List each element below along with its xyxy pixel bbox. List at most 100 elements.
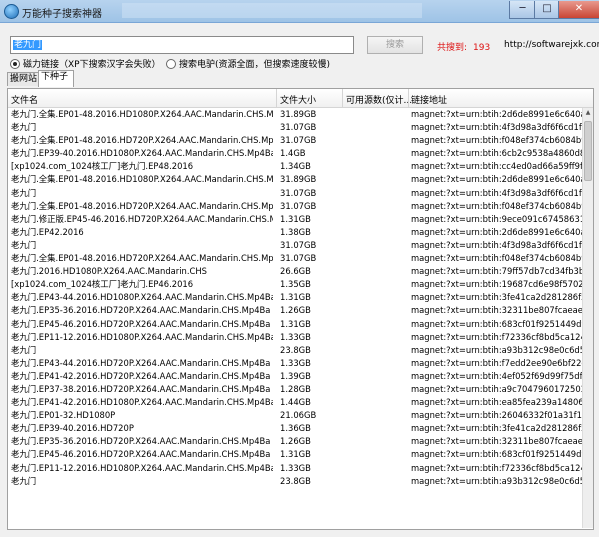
app-icon <box>4 4 19 19</box>
column-divider[interactable] <box>342 89 343 107</box>
scroll-thumb[interactable] <box>584 121 592 181</box>
cell-magnet-link: magnet:?xt=urn:btih:2d6de8991e6c640a016e… <box>411 109 587 119</box>
column-divider[interactable] <box>408 89 409 107</box>
table-row[interactable]: 老九门.EP37-38.2016.HD720P.X264.AAC.Mandari… <box>8 383 587 396</box>
table-row[interactable]: 老九门 31.07GB magnet:?xt=urn:btih:4f3d98a3df… <box>8 121 587 134</box>
col-header-sources[interactable]: 可用源数(仅计... <box>346 93 412 106</box>
cell-size: 1.39GB <box>280 370 311 381</box>
table-header: 文件名 文件大小 可用源数(仅计... 链接地址 <box>8 89 593 108</box>
cell-magnet-link: magnet:?xt=urn:btih:2d6de8991e6c640a016e… <box>411 226 587 237</box>
cell-magnet-link: magnet:?xt=urn:btih:a93b312c98e0c6d55cf8… <box>411 344 587 355</box>
cell-filename: 老九门.修正版.EP45-46.2016.HD720P.X264.AAC.Man… <box>11 213 273 224</box>
table-row[interactable]: 老九门.EP11-12.2016.HD1080P.X264.AAC.Mandar… <box>8 462 587 475</box>
table-row[interactable]: 老九门 31.07GB magnet:?xt=urn:btih:4f3d98a3df… <box>8 187 587 200</box>
cell-filename: 老九门.EP39-40.2016.HD1080P.X264.AAC.Mandar… <box>11 148 273 159</box>
col-header-link[interactable]: 链接地址 <box>411 93 447 106</box>
table-row[interactable]: 老九门.EP11-12.2016.HD1080P.X264.AAC.Mandar… <box>8 331 587 344</box>
cell-filename: 老九门.全集.EP01-48.2016.HD720P.X264.AAC.Mand… <box>11 200 273 211</box>
result-count-value: 193 <box>473 43 491 53</box>
cell-magnet-link: magnet:?xt=urn:btih:2d6de8991e6c640a016e… <box>411 174 587 185</box>
cell-magnet-link: magnet:?xt=urn:btih:26046332f01a31f19ee0… <box>411 410 587 421</box>
table-row[interactable]: 老九门.全集.EP01-48.2016.HD1080P.X264.AAC.Man… <box>8 173 587 186</box>
title-bar[interactable]: 万能种子搜索神器 ─ □ ✕ <box>0 0 599 23</box>
table-row[interactable]: 老九门 23.8GB magnet:?xt=urn:btih:a93b312c98e… <box>8 344 587 357</box>
cell-filename: 老九门.EP41-42.2016.HD720P.X264.AAC.Mandari… <box>11 370 271 381</box>
table-row[interactable]: 老九门.EP01-32.HD1080P 21.06GB magnet:?xt=urn… <box>8 409 587 422</box>
website-link[interactable]: http://softwarejxk.com <box>504 40 599 50</box>
table-row[interactable]: 老九门.EP35-36.2016.HD720P.X264.AAC.Mandari… <box>8 304 587 317</box>
cell-filename: 老九门.EP37-38.2016.HD720P.X264.AAC.Mandari… <box>11 383 271 394</box>
radio-magnet[interactable]: 磁力链接（XP下搜索汉字会失败） <box>10 57 161 70</box>
cell-size: 31.89GB <box>280 109 317 119</box>
table-row[interactable]: 老九门.全集.EP01-48.2016.HD720P.X264.AAC.Mand… <box>8 200 587 213</box>
cell-magnet-link: magnet:?xt=urn:btih:4ef052f69d99f75df344… <box>411 370 587 381</box>
vertical-scrollbar[interactable]: ▲ <box>582 108 593 528</box>
table-row[interactable]: 老九门.EP43-44.2016.HD1080P.X264.AAC.Mandar… <box>8 291 587 304</box>
table-row[interactable]: 老九门.修正版.EP45-46.2016.HD720P.X264.AAC.Man… <box>8 213 587 226</box>
cell-filename: 老九门.EP35-36.2016.HD720P.X264.AAC.Mandari… <box>11 436 271 447</box>
cell-size: 31.07GB <box>280 253 317 264</box>
cell-filename: 老九门.全集.EP01-48.2016.HD1080P.X264.AAC.Man… <box>11 109 273 119</box>
cell-size: 1.31GB <box>280 318 311 329</box>
cell-magnet-link: magnet:?xt=urn:btih:4f3d98a3df6f6cd1f41a… <box>411 187 587 198</box>
table-row[interactable]: 老九门.EP39-40.2016.HD720P 1.36GB magnet:?xt=… <box>8 422 587 435</box>
cell-size: 1.26GB <box>280 436 311 447</box>
cell-filename: 老九门.EP11-12.2016.HD1080P.X264.AAC.Mandar… <box>11 331 273 342</box>
tab-move-site[interactable]: 搬网站 <box>7 72 41 86</box>
table-row[interactable]: [xp1024.com_1024核工厂]老九门.EP48.2016 1.34GB m… <box>8 160 587 173</box>
results-table: 文件名 文件大小 可用源数(仅计... 链接地址 老九门.全集.EP01-48.… <box>7 88 594 530</box>
minimize-button[interactable]: ─ <box>509 1 536 19</box>
maximize-button[interactable]: □ <box>534 1 560 19</box>
cell-filename: 老九门 <box>11 475 37 486</box>
table-row[interactable]: 老九门.EP45-46.2016.HD720P.X264.AAC.Mandari… <box>8 318 587 331</box>
table-row[interactable]: 老九门.EP39-40.2016.HD1080P.X264.AAC.Mandar… <box>8 147 587 160</box>
cell-magnet-link: magnet:?xt=urn:btih:f72336cf8bd5ca1242a6… <box>411 462 587 473</box>
radio-donkey[interactable]: 搜索电驴(资源全面，但搜索速度较慢) <box>166 57 330 70</box>
result-count-label: 共搜到: <box>437 43 468 53</box>
cell-filename: 老九门.EP43-44.2016.HD720P.X264.AAC.Mandari… <box>11 357 271 368</box>
cell-filename: 老九门 <box>11 122 37 133</box>
table-row[interactable]: 老九门.全集.EP01-48.2016.HD1080P.X264.AAC.Man… <box>8 108 587 121</box>
column-divider[interactable] <box>276 89 277 107</box>
table-row[interactable]: 老九门.EP35-36.2016.HD720P.X264.AAC.Mandari… <box>8 435 587 448</box>
cell-size: 1.33GB <box>280 331 311 342</box>
search-button[interactable]: 搜索 <box>367 36 423 54</box>
cell-size: 1.38GB <box>280 226 311 237</box>
cell-magnet-link: magnet:?xt=urn:btih:f048ef374cb6084b99ab… <box>411 135 587 146</box>
table-row[interactable]: [xp1024.com_1024核工厂]老九门.EP46.2016 1.35GB m… <box>8 278 587 291</box>
cell-size: 1.31GB <box>280 449 311 460</box>
cell-magnet-link: magnet:?xt=urn:btih:a9c70479601725035a7a… <box>411 383 587 394</box>
cell-filename: 老九门 <box>11 239 37 250</box>
col-header-filename[interactable]: 文件名 <box>11 93 38 106</box>
cell-filename: 老九门 <box>11 344 37 355</box>
table-body: 老九门.全集.EP01-48.2016.HD1080P.X264.AAC.Man… <box>8 108 587 488</box>
cell-size: 31.07GB <box>280 135 317 146</box>
table-row[interactable]: 老九门.EP42.2016 1.38GB magnet:?xt=urn:btih:2… <box>8 226 587 239</box>
cell-magnet-link: magnet:?xt=urn:btih:3fe41ca2d281286f59ab… <box>411 292 587 303</box>
table-row[interactable]: 老九门.2016.HD1080P.X264.AAC.Mandarin.CHS 26… <box>8 265 587 278</box>
table-row[interactable]: 老九门.全集.EP01-48.2016.HD720P.X264.AAC.Mand… <box>8 134 587 147</box>
cell-magnet-link: magnet:?xt=urn:btih:f72336cf8bd5ca1242a6… <box>411 331 587 342</box>
radio-checked-icon <box>10 58 20 69</box>
cell-filename: 老九门.EP41-42.2016.HD1080P.X264.AAC.Mandar… <box>11 397 273 408</box>
table-row[interactable]: 老九门.EP45-46.2016.HD720P.X264.AAC.Mandari… <box>8 448 587 461</box>
cell-magnet-link: magnet:?xt=urn:btih:32311be807fcaeae801d… <box>411 305 587 316</box>
tab-download-torrent[interactable]: 下种子 <box>38 70 74 87</box>
cell-size: 31.07GB <box>280 122 317 133</box>
cell-magnet-link: magnet:?xt=urn:btih:79ff57db7cd34fb3b6e8… <box>411 266 587 277</box>
cell-magnet-link: magnet:?xt=urn:btih:3fe41ca2d281286f59ab… <box>411 423 587 434</box>
close-button[interactable]: ✕ <box>558 1 599 19</box>
table-row[interactable]: 老九门.EP41-42.2016.HD720P.X264.AAC.Mandari… <box>8 370 587 383</box>
search-input[interactable]: 老九门 <box>10 36 354 54</box>
table-row[interactable]: 老九门.全集.EP01-48.2016.HD720P.X264.AAC.Mand… <box>8 252 587 265</box>
cell-size: 1.35GB <box>280 279 311 290</box>
table-row[interactable]: 老九门.EP43-44.2016.HD720P.X264.AAC.Mandari… <box>8 357 587 370</box>
table-row[interactable]: 老九门 31.07GB magnet:?xt=urn:btih:4f3d98a3df… <box>8 239 587 252</box>
col-header-size[interactable]: 文件大小 <box>280 93 316 106</box>
cell-filename: 老九门.全集.EP01-48.2016.HD1080P.X264.AAC.Man… <box>11 174 273 185</box>
table-row[interactable]: 老九门.EP41-42.2016.HD1080P.X264.AAC.Mandar… <box>8 396 587 409</box>
window-title: 万能种子搜索神器 <box>22 9 102 20</box>
scroll-up-arrow-icon[interactable]: ▲ <box>584 109 592 117</box>
cell-magnet-link: magnet:?xt=urn:btih:9ece091c67458631092a… <box>411 213 587 224</box>
table-row[interactable]: 老九门 23.8GB magnet:?xt=urn:btih:a93b312c98e… <box>8 475 587 488</box>
